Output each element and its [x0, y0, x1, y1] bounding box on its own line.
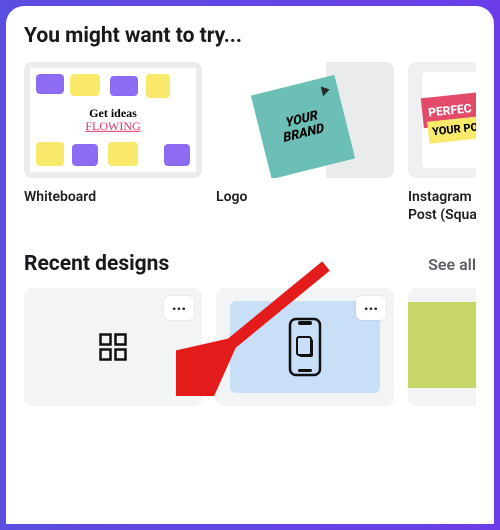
template-card-logo[interactable]: YOUR BRAND Logo [216, 62, 394, 224]
suggestions-title: You might want to try... [24, 24, 476, 48]
template-card-instagram-post[interactable]: PERFEC YOUR PO Instagram Post (Square) [408, 62, 476, 224]
more-options-button[interactable]: ... [164, 296, 194, 320]
phone-icon [288, 317, 322, 377]
grid-icon [98, 332, 128, 362]
paper-plane-icon [321, 85, 331, 97]
suggestions-row: Get ideas FLOWING Whiteboard YOUR BRAND [24, 62, 476, 224]
suggestions-section: You might want to try... Get ideas FLOWI… [6, 24, 494, 406]
presentation-preview: ✕ [408, 302, 476, 388]
recent-row: ... ... [24, 288, 476, 406]
home-panel: You might want to try... Get ideas FLOWI… [6, 6, 494, 524]
recent-designs-title: Recent designs [24, 252, 169, 276]
template-card-whiteboard[interactable]: Get ideas FLOWING Whiteboard [24, 62, 202, 224]
template-thumb-instagram: PERFEC YOUR PO [408, 62, 476, 178]
template-thumb-logo: YOUR BRAND [216, 62, 394, 178]
template-label-whiteboard: Whiteboard [24, 188, 202, 206]
recent-design-card[interactable]: ✕ [408, 288, 476, 406]
recent-design-card[interactable]: ... [216, 288, 394, 406]
template-label-logo: Logo [216, 188, 394, 206]
more-options-button[interactable]: ... [356, 296, 386, 320]
whiteboard-caption-line2: FLOWING [85, 120, 140, 133]
recent-design-card[interactable]: ... [24, 288, 202, 406]
template-label-instagram: Instagram Post (Square) [408, 188, 476, 224]
see-all-link[interactable]: See all [428, 255, 476, 274]
template-thumb-whiteboard: Get ideas FLOWING [24, 62, 202, 178]
